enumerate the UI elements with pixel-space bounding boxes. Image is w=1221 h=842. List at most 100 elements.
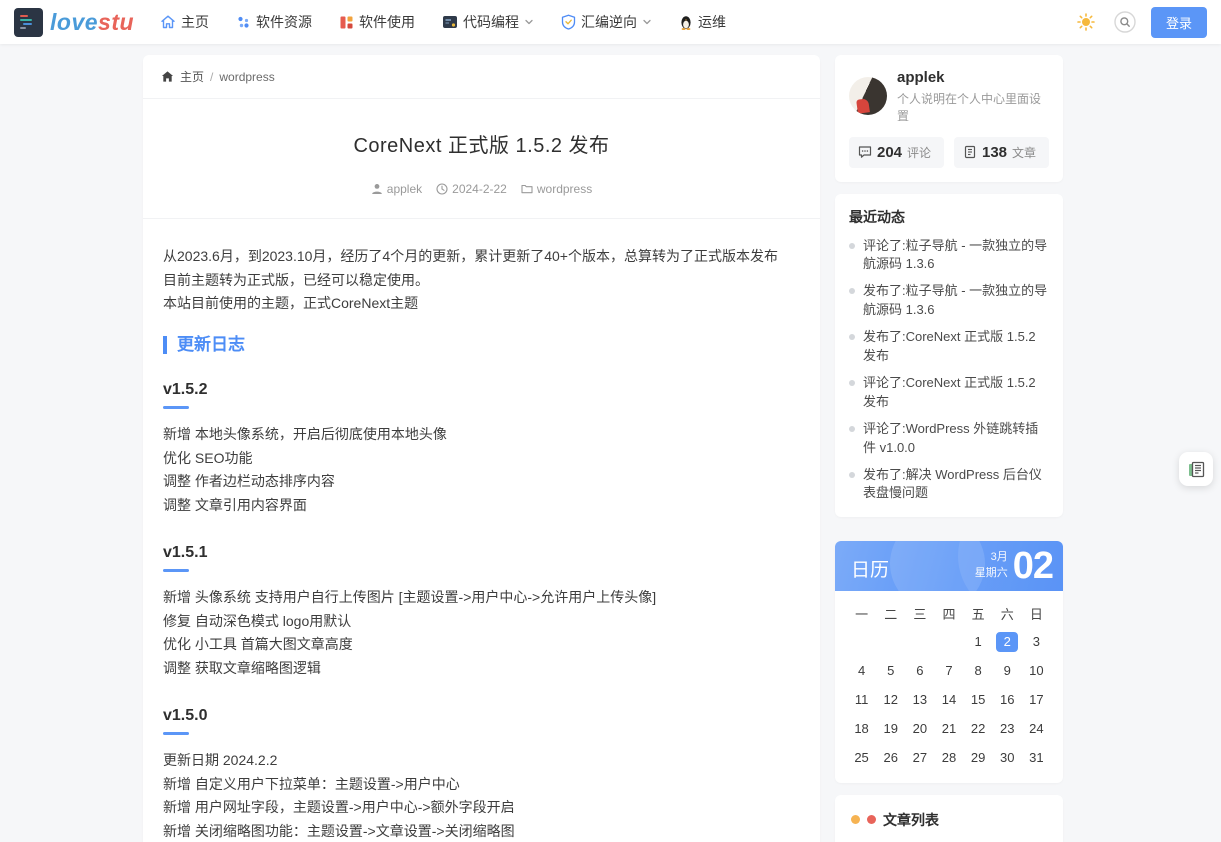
activity-item[interactable]: 发布了:CoreNext 正式版 1.5.2 发布 <box>849 328 1049 365</box>
theme-toggle-sun-icon[interactable] <box>1073 9 1099 35</box>
calendar-day[interactable]: 1 <box>964 632 993 652</box>
search-icon[interactable] <box>1112 9 1138 35</box>
calendar-day[interactable]: 14 <box>934 690 963 710</box>
version-heading: v1.5.1 <box>163 544 800 572</box>
calendar-day-empty <box>876 632 905 652</box>
article-paragraph: 从2023.6月，到2023.10月，经历了4个月的更新，累计更新了40+个版本… <box>163 248 778 264</box>
page: lovestu 主页 软件资源 软件使用 代码编程 汇编逆向 运维 登录 主页 … <box>0 0 1221 842</box>
calendar-day[interactable]: 26 <box>876 748 905 768</box>
calendar-day[interactable]: 13 <box>905 690 934 710</box>
meta-date: 2024-2-22 <box>436 182 507 196</box>
calendar-day[interactable]: 16 <box>993 690 1022 710</box>
changelog-item: 新增 关闭缩略图功能：主题设置->文章设置->关闭缩略图 <box>163 822 515 839</box>
clock-icon <box>436 183 448 195</box>
breadcrumb-home-link[interactable]: 主页 <box>180 68 204 85</box>
calendar-day[interactable]: 31 <box>1022 748 1051 768</box>
calendar-day[interactable]: 18 <box>847 719 876 739</box>
article-paragraph: 目前主题转为正式版，已经可以稳定使用。 <box>163 271 429 288</box>
nav-item-resources[interactable]: 软件资源 <box>236 12 312 32</box>
author-stats: 204 评论 138 文章 <box>849 136 1049 168</box>
bullet-dot-icon <box>849 334 855 341</box>
changelog-item: 调整 作者边栏动态排序内容 <box>163 473 335 490</box>
orange-dot-icon <box>851 815 860 825</box>
breadcrumb-current: wordpress <box>219 69 275 84</box>
calendar-header: 日历 3月 星期六 02 <box>835 540 1063 591</box>
bullet-dot-icon <box>849 380 855 387</box>
calendar-day[interactable]: 15 <box>964 690 993 710</box>
article-body: 从2023.6月，到2023.10月，经历了4个月的更新，累计更新了40+个版本… <box>143 219 820 842</box>
calendar-weekday-header: 四 <box>942 606 956 622</box>
calendar-day[interactable]: 11 <box>847 690 876 710</box>
calendar-day[interactable]: 23 <box>993 719 1022 739</box>
version-heading: v1.5.0 <box>163 707 800 735</box>
calendar-day[interactable]: 19 <box>876 719 905 739</box>
user-icon <box>371 184 382 194</box>
calendar-day[interactable]: 4 <box>847 661 876 681</box>
site-header: lovestu 主页 软件资源 软件使用 代码编程 汇编逆向 运维 登录 <box>0 0 1221 44</box>
author-name[interactable]: applek <box>897 68 1049 88</box>
calendar-weekday-header: 日 <box>1029 606 1043 622</box>
changelog-item: 新增 自定义用户下拉菜单：主题设置->用户中心 <box>163 775 460 792</box>
calendar-day[interactable]: 27 <box>905 748 934 768</box>
chevron-down-icon <box>642 17 652 27</box>
calendar-day[interactable]: 6 <box>905 661 934 681</box>
document-icon <box>964 145 976 159</box>
recent-activity-widget: 最近动态 评论了:粒子导航 - 一款独立的导航源码 1.3.6 发布了:粒子导航 … <box>835 193 1063 517</box>
changelog-item: 更新日期 2024.2.2 <box>163 752 278 769</box>
meta-author[interactable]: applek <box>371 182 422 196</box>
calendar-day[interactable]: 5 <box>876 661 905 681</box>
changelog-item: 新增 本地头像系统，开启后彻底使用本地头像 <box>163 426 447 443</box>
code-editor-icon <box>442 14 458 30</box>
nav-item-code-editor[interactable]: 代码编程 <box>442 12 534 32</box>
calendar-day[interactable]: 25 <box>847 748 876 768</box>
calendar-weekday: 星期六 <box>974 566 1008 579</box>
calendar-day[interactable]: 20 <box>905 719 934 739</box>
activity-item[interactable]: 评论了:粒子导航 - 一款独立的导航源码 1.3.6 <box>849 237 1049 274</box>
folder-icon <box>521 184 533 194</box>
calendar-day[interactable]: 22 <box>964 719 993 739</box>
calendar-day[interactable]: 24 <box>1022 719 1051 739</box>
author-widget: applek 个人说明在个人中心里面设置 204 评论 138 文章 <box>835 55 1063 182</box>
nav-item-apps-grid[interactable]: 软件使用 <box>339 12 415 32</box>
calendar-day[interactable]: 9 <box>993 661 1022 681</box>
calendar-day[interactable]: 17 <box>1022 690 1051 710</box>
resources-icon <box>236 15 251 30</box>
calendar-day[interactable]: 29 <box>964 748 993 768</box>
avatar[interactable] <box>849 76 887 115</box>
article-title: CoreNext 正式版 1.5.2 发布 <box>353 135 610 157</box>
login-button[interactable]: 登录 <box>1150 6 1207 38</box>
activity-item[interactable]: 评论了:WordPress 外链跳转插件 v1.0.0 <box>849 420 1049 457</box>
site-logo[interactable]: lovestu <box>14 7 134 37</box>
calendar-day[interactable]: 7 <box>934 661 963 681</box>
article-card: 主页 / wordpress CoreNext 正式版 1.5.2 发布 app… <box>143 55 820 842</box>
calendar-weekday-header: 五 <box>971 606 985 622</box>
calendar-title: 日历 <box>851 559 890 581</box>
activity-item[interactable]: 发布了:粒子导航 - 一款独立的导航源码 1.3.6 <box>849 282 1049 319</box>
activity-item[interactable]: 评论了:CoreNext 正式版 1.5.2 发布 <box>849 374 1049 411</box>
calendar-day-empty <box>847 632 876 652</box>
recent-activity-title: 最近动态 <box>849 208 905 225</box>
calendar-day[interactable]: 28 <box>934 748 963 768</box>
calendar-day[interactable]: 10 <box>1022 661 1051 681</box>
meta-category[interactable]: wordpress <box>521 182 592 196</box>
activity-item[interactable]: 发布了:解决 WordPress 后台仪表盘慢问题 <box>849 466 1049 503</box>
header-actions: 登录 <box>1073 6 1207 38</box>
changelog-item: 新增 头像系统 支持用户自行上传图片 [主题设置->用户中心->允许用户上传头像… <box>163 589 657 606</box>
calendar-day-selected[interactable]: 2 <box>993 631 1022 652</box>
article-list-widget: 文章列表 CLS1优化 Cumulative Layout Shift 累积布局… <box>835 794 1063 842</box>
calendar-day[interactable]: 12 <box>876 690 905 710</box>
calendar-day[interactable]: 21 <box>934 719 963 739</box>
nav-item-home[interactable]: 主页 <box>160 12 209 32</box>
calendar-day[interactable]: 3 <box>1022 632 1051 652</box>
calendar-grid: 一二三四五六日 1 2 3 4 5 6 7 8 9 10 11 12 13 14 15 16 17 18 19 20 21… <box>835 591 1063 783</box>
nav-item-penguin[interactable]: 运维 <box>679 12 726 32</box>
changelog-item: 优化 SEO功能 <box>163 449 253 466</box>
changelog-item: 新增 用户网址字段，主题设置->用户中心->额外字段开启 <box>163 799 515 816</box>
nav-item-shield[interactable]: 汇编逆向 <box>561 12 652 32</box>
toc-float-button[interactable] <box>1179 452 1213 486</box>
comments-stat[interactable]: 204 评论 <box>849 136 944 168</box>
calendar-weekday-header: 六 <box>1000 606 1014 622</box>
calendar-day[interactable]: 8 <box>964 661 993 681</box>
posts-stat[interactable]: 138 文章 <box>954 136 1049 168</box>
calendar-day[interactable]: 30 <box>993 748 1022 768</box>
